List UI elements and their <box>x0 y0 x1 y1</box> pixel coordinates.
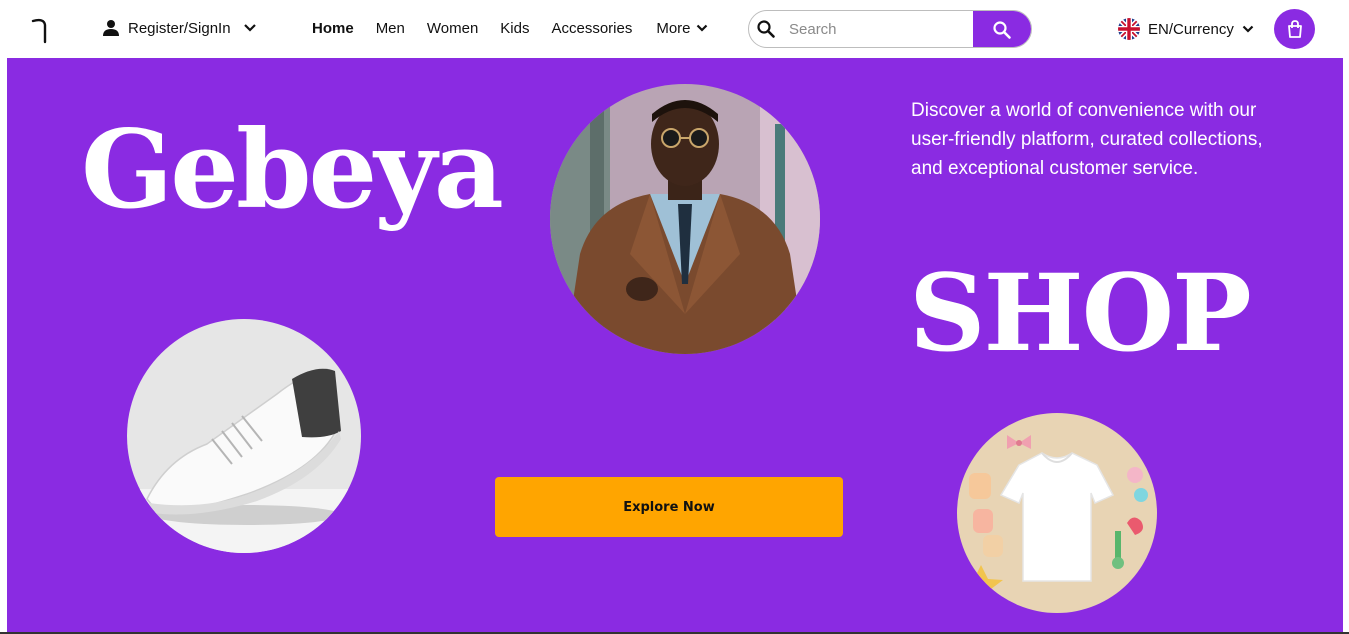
account-menu[interactable]: Register/SignIn <box>102 16 257 40</box>
search-input[interactable] <box>783 11 969 47</box>
search-icon <box>993 21 1011 39</box>
chevron-down-icon <box>696 24 707 32</box>
explore-now-button[interactable]: Explore Now <box>495 477 843 537</box>
nav-link-accessories[interactable]: Accessories <box>551 20 632 37</box>
kids-clothing-photo <box>957 413 1157 613</box>
main-nav: Home Men Women Kids Accessories More <box>312 16 708 40</box>
chevron-down-icon <box>1242 25 1254 33</box>
hook-logo-icon[interactable] <box>30 16 50 44</box>
hero-tagline: Discover a world of convenience with our… <box>911 100 1263 179</box>
nav-link-kids[interactable]: Kids <box>500 20 529 37</box>
cart-button[interactable] <box>1274 9 1315 49</box>
more-menu[interactable]: More <box>656 20 707 37</box>
sneaker-photo <box>127 319 361 553</box>
account-label: Register/SignIn <box>128 19 231 37</box>
more-label: More <box>656 19 691 37</box>
search-icon <box>749 19 783 39</box>
search-bar <box>748 10 1032 48</box>
nav-link-women[interactable]: Women <box>427 20 478 37</box>
person-icon <box>103 20 119 36</box>
hero-title-shop: SHOP <box>909 250 1252 375</box>
top-navbar: Register/SignIn Home Men Women Kids Acce… <box>0 0 1349 58</box>
nav-link-men[interactable]: Men <box>376 20 405 37</box>
uk-flag-icon <box>1118 18 1140 40</box>
shopping-bag-icon <box>1287 20 1302 38</box>
chevron-down-icon <box>243 24 256 32</box>
language-currency-selector[interactable]: EN/Currency <box>1118 17 1254 41</box>
hero-title-gebeya: Gebeya <box>81 107 504 233</box>
nav-link-home[interactable]: Home <box>312 20 354 37</box>
hero-banner: Gebeya Discover a world of convenience w <box>7 58 1343 634</box>
language-label: EN/Currency <box>1148 20 1234 38</box>
search-button[interactable] <box>973 11 1031 47</box>
man-in-leather-jacket-photo <box>550 84 820 354</box>
